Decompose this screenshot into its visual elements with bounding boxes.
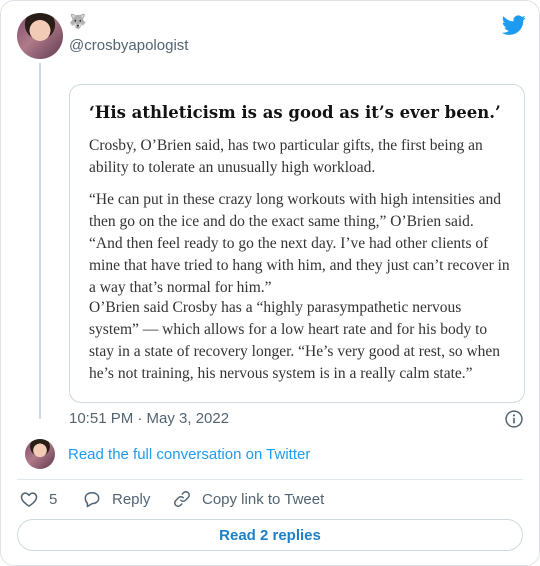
copy-link-label: Copy link to Tweet	[202, 490, 325, 508]
tweet-card: 🐺 @crosbyapologist ‘His athleticism is a…	[0, 0, 540, 566]
read-replies-button[interactable]: Read 2 replies	[17, 519, 523, 551]
like-count: 5	[49, 490, 58, 508]
like-button[interactable]: 5	[19, 489, 57, 509]
conversation-avatar	[25, 439, 55, 469]
divider	[17, 479, 523, 480]
article-paragraph: “He can put in these crazy long workouts…	[89, 191, 510, 296]
tweet-timestamp[interactable]: 10:51 PM · May 3, 2022	[69, 410, 229, 427]
reply-button[interactable]: Reply	[82, 489, 150, 509]
article-paragraph: O’Brien said Crosby has a “highly parasy…	[89, 299, 501, 382]
reply-bubble-icon	[84, 492, 100, 508]
copy-link-button[interactable]: Copy link to Tweet	[172, 489, 324, 509]
quoted-article-card[interactable]: ‘His athleticism is as good as it’s ever…	[69, 84, 525, 403]
avatar[interactable]	[17, 13, 63, 59]
article-paragraph: Crosby, O’Brien said, has two particular…	[89, 137, 483, 176]
user-handle[interactable]: @crosbyapologist	[69, 37, 188, 54]
display-name-emoji: 🐺	[69, 13, 87, 29]
twitter-bird-icon[interactable]	[501, 13, 527, 37]
article-heading: ‘His athleticism is as good as it’s ever…	[89, 103, 501, 122]
heart-icon	[20, 492, 38, 507]
thread-line	[39, 63, 41, 419]
reply-label: Reply	[112, 490, 151, 508]
full-conversation-link[interactable]: Read the full conversation on Twitter	[68, 446, 310, 463]
info-icon[interactable]	[504, 409, 524, 429]
link-icon	[174, 491, 190, 507]
